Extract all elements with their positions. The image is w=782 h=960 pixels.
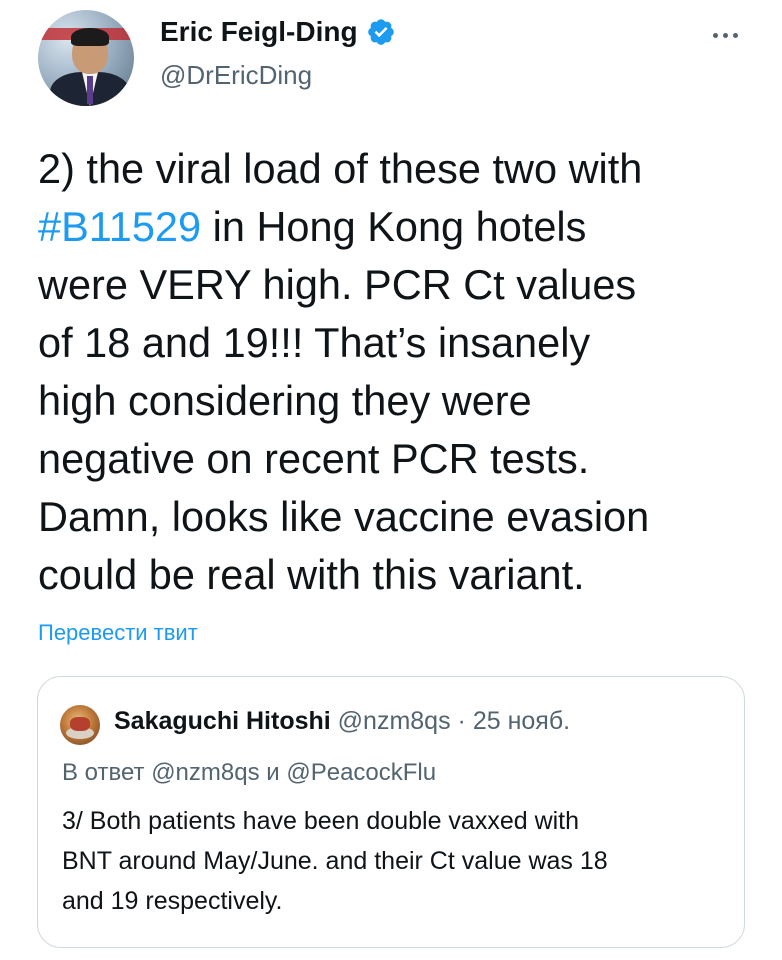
quoted-text-line: 3/ Both patients have been double vaxxed… [62,807,580,835]
quoted-text-line: and 19 respectively. [62,887,283,915]
tweet-line: high considering they were [38,377,532,424]
tweet-line: of 18 and 19!!! That’s insanely [38,319,591,366]
verified-badge-icon [367,19,394,45]
quoted-text-line: BNT around May/June. and their Ct value … [62,847,608,875]
translate-tweet-link[interactable]: Перевести твит [38,620,198,646]
tweet-line: were VERY high. PCR Ct values [38,261,637,308]
tweet-line: negative on recent PCR tests. [38,435,590,482]
quoted-tweet-card[interactable]: Sakaguchi Hitoshi @nzm8qs · 25 нояб. В о… [37,676,745,948]
meta-separator: · [450,707,473,735]
quoted-tweet-text: 3/ Both patients have been double vaxxed… [62,801,732,921]
hashtag-link[interactable]: #B11529 [38,203,201,250]
tweet-line: Damn, looks like vaccine evasion [38,493,650,540]
quoted-author-handle[interactable]: @nzm8qs [338,707,451,735]
author-handle[interactable]: @DrEricDing [160,60,312,91]
quoted-tweet-header: Sakaguchi Hitoshi @nzm8qs · 25 нояб. [114,707,570,736]
reply-mention-link[interactable]: @nzm8qs [151,759,259,786]
quoted-author-avatar[interactable] [60,705,100,745]
author-avatar[interactable] [38,10,134,106]
tweet-header: Eric Feigl-Ding @DrEricDing [0,0,782,130]
reply-mention-link[interactable]: @PeacockFlu [286,759,436,786]
author-display-name[interactable]: Eric Feigl-Ding [160,16,358,48]
tweet-line: could be real with this variant. [38,551,585,598]
tweet-line: #B11529 in Hong Kong hotels [38,203,587,250]
reply-context: В ответ @nzm8qs и @PeacockFlu [62,759,437,786]
quoted-tweet-date[interactable]: 25 нояб. [473,707,570,735]
tweet-line: 2) the viral load of these two with [38,145,643,192]
quoted-author-name[interactable]: Sakaguchi Hitoshi [114,707,331,735]
more-horizontal-icon[interactable] [700,20,750,50]
author-name-row: Eric Feigl-Ding [160,16,396,48]
tweet-text: 2) the viral load of these two with #B11… [38,140,758,604]
